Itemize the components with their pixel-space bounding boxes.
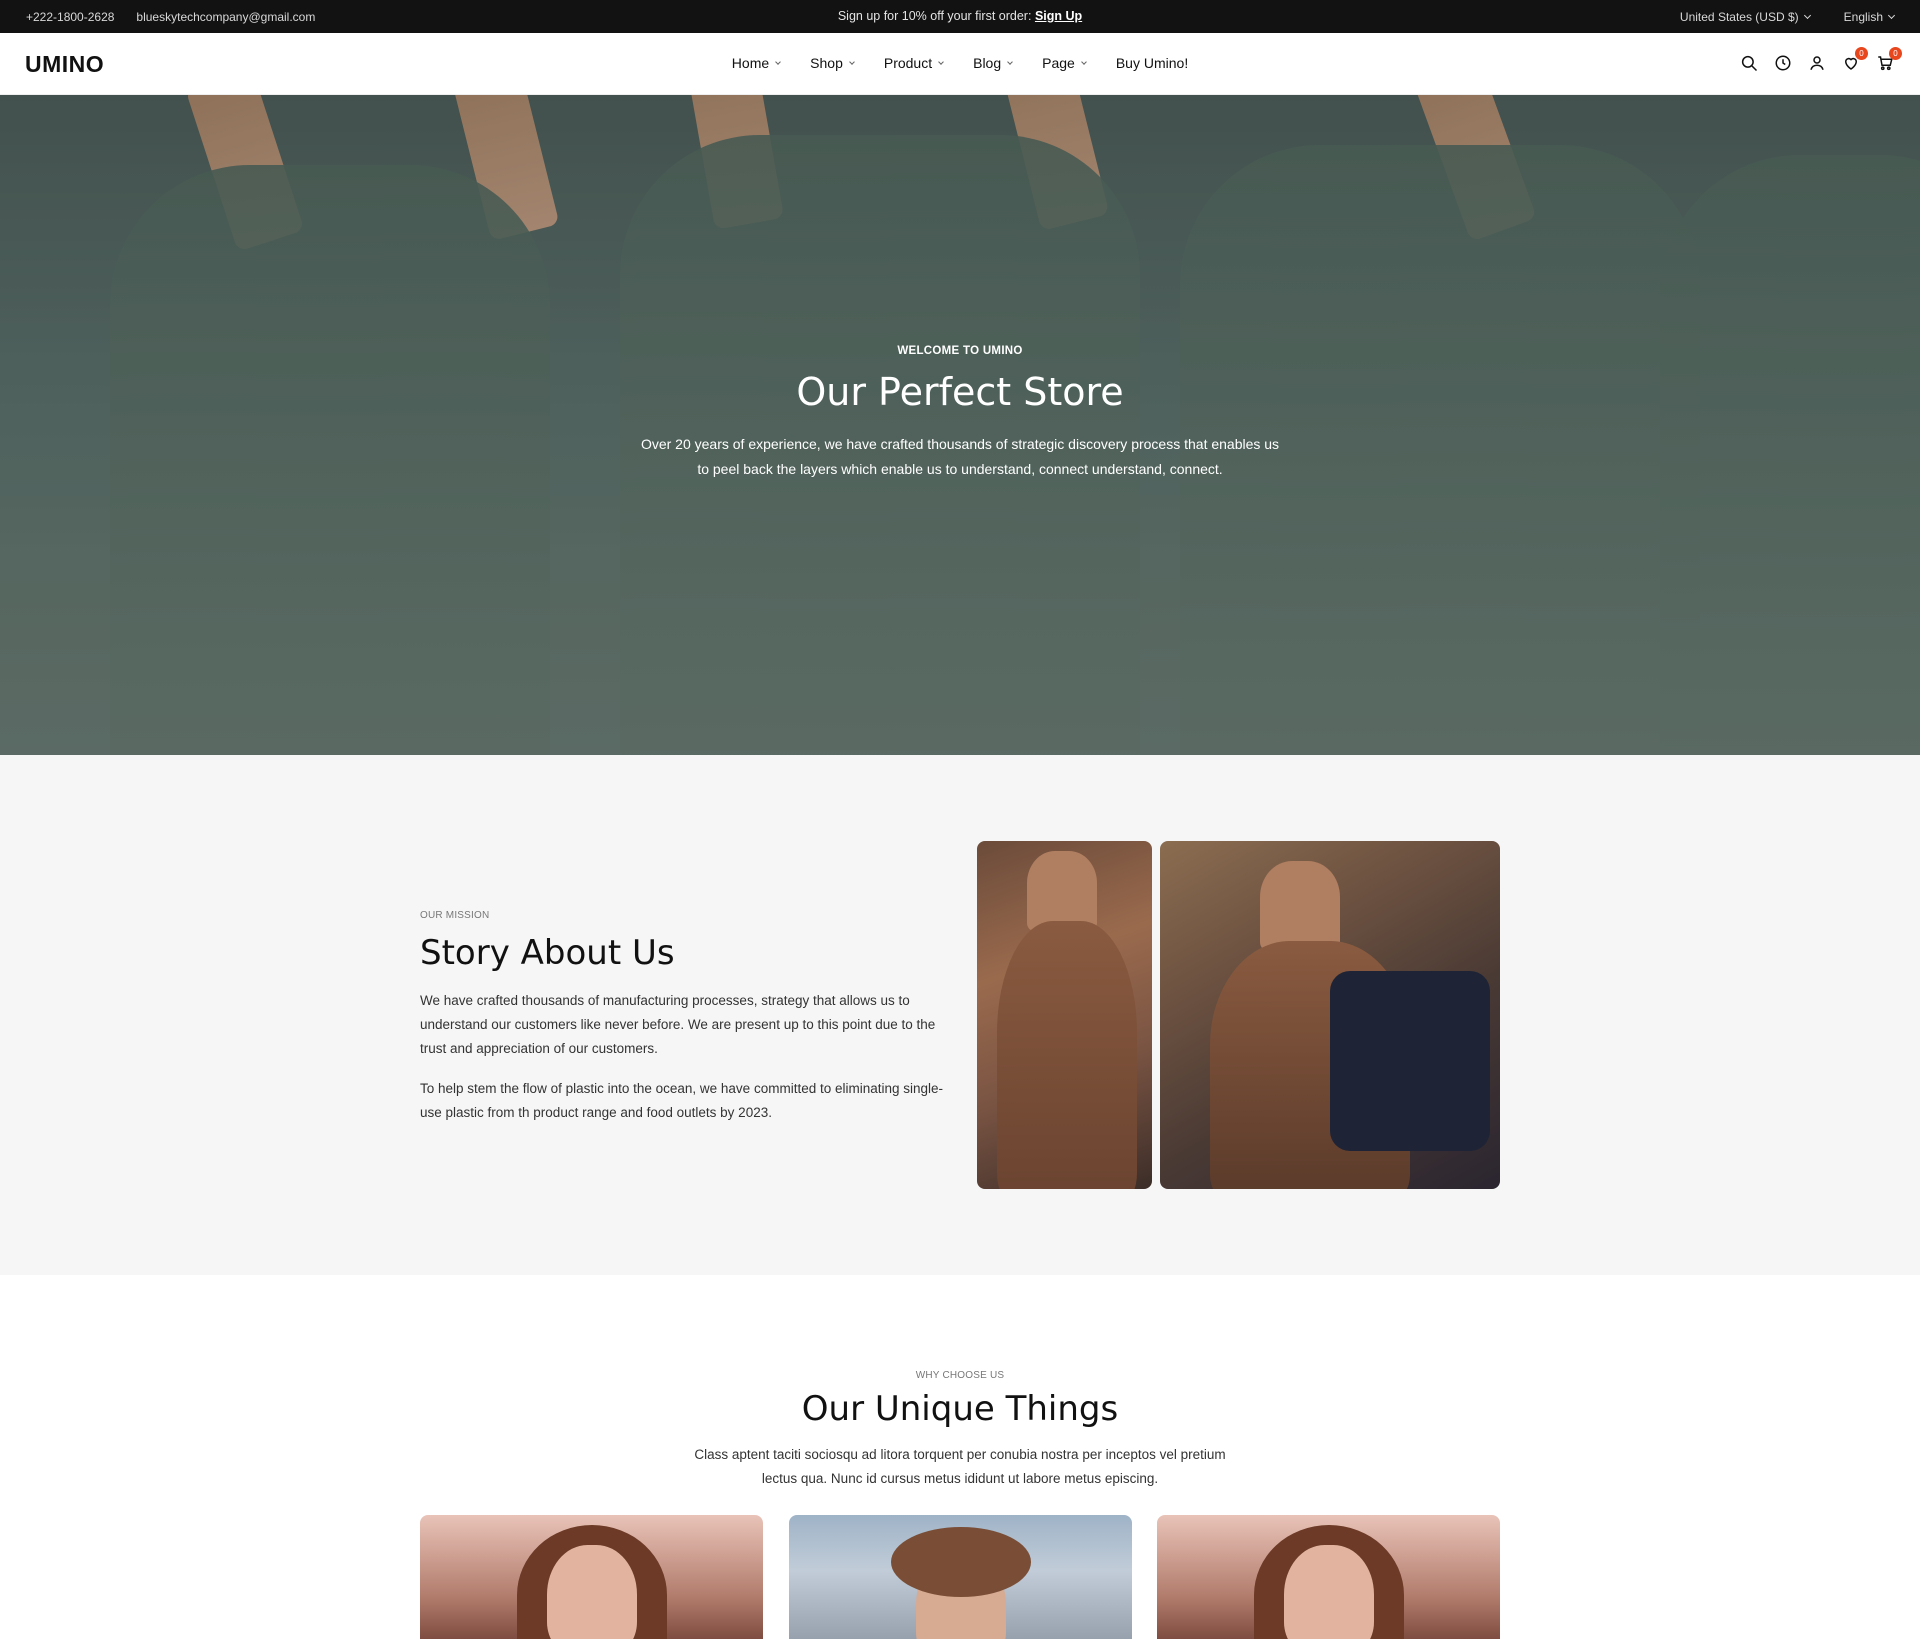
promo-text: Sign up for 10% off your first order: <box>837 9 1032 23</box>
nav-page-label: Page <box>1042 55 1075 71</box>
unique-description: Class aptent taciti sociosqu ad litora t… <box>694 1447 1226 1486</box>
chevron-down-icon <box>1081 59 1087 65</box>
unique-card-image <box>1157 1515 1500 1639</box>
announcement-bar: +222-1800-2628 blueskytechcompany@gmail.… <box>0 0 1920 33</box>
language-selector[interactable]: English <box>1843 10 1896 24</box>
hero-description: Over 20 years of experience, we have cra… <box>640 436 1280 477</box>
user-icon[interactable] <box>1808 54 1826 72</box>
unique-card-image <box>420 1515 763 1639</box>
nav-page[interactable]: Page <box>1042 55 1087 71</box>
chevron-down-icon <box>1007 59 1013 65</box>
hero-banner: WELCOME TO UMINO Our Perfect Store Over … <box>0 95 1920 755</box>
promo-message: Sign up for 10% off your first order: Si… <box>0 9 1920 23</box>
hero-kicker: WELCOME TO UMINO <box>897 345 1023 357</box>
cart-count-badge: 0 <box>1889 47 1902 60</box>
wishlist-count-badge: 0 <box>1855 47 1868 60</box>
unique-kicker: WHY CHOOSE US <box>915 1370 1005 1381</box>
clock-icon[interactable] <box>1774 54 1792 72</box>
heart-icon[interactable]: 0 <box>1842 47 1868 72</box>
story-title: Story About Us <box>420 933 675 973</box>
currency-selector[interactable]: United States (USD $) <box>1679 10 1811 24</box>
language-label: English <box>1843 10 1883 24</box>
nav-home[interactable]: Home <box>731 55 781 71</box>
nav-blog[interactable]: Blog <box>973 55 1013 71</box>
nav-home-label: Home <box>731 55 770 71</box>
site-header: UMINO Home Shop Product Blog Page Buy Um… <box>0 33 1920 95</box>
main-nav: Home Shop Product Blog Page Buy Umino! <box>0 55 1920 71</box>
story-photo-man-with-jacket <box>1160 841 1500 1189</box>
nav-blog-label: Blog <box>973 55 1002 71</box>
currency-label: United States (USD $) <box>1679 10 1799 24</box>
chevron-down-icon <box>1887 11 1896 20</box>
nav-product[interactable]: Product <box>883 55 944 71</box>
unique-card-image <box>789 1515 1132 1639</box>
nav-product-label: Product <box>883 55 933 71</box>
chevron-down-icon <box>849 59 855 65</box>
story-paragraph-2: To help stem the flow of plastic into th… <box>420 1081 944 1120</box>
hero-title: Our Perfect Store <box>796 370 1124 414</box>
story-section: OUR MISSION Story About Us We have craft… <box>0 755 1920 1275</box>
story-paragraph-1: We have crafted thousands of manufacturi… <box>420 993 936 1056</box>
search-icon[interactable] <box>1740 54 1758 72</box>
story-kicker: OUR MISSION <box>420 910 490 921</box>
story-photo-man-with-shoe <box>977 841 1152 1189</box>
nav-buy-umino-label: Buy Umino! <box>1115 55 1189 71</box>
chevron-down-icon <box>938 59 944 65</box>
sign-up-link[interactable]: Sign Up <box>1035 9 1082 23</box>
cart-icon[interactable]: 0 <box>1876 47 1902 72</box>
nav-buy-umino[interactable]: Buy Umino! <box>1116 55 1188 71</box>
nav-shop[interactable]: Shop <box>810 55 855 71</box>
chevron-down-icon <box>775 59 781 65</box>
unique-section: WHY CHOOSE US Our Unique Things Class ap… <box>0 1275 1920 1639</box>
chevron-down-icon <box>1803 11 1811 20</box>
nav-shop-label: Shop <box>810 55 843 71</box>
unique-title: Our Unique Things <box>801 1389 1119 1429</box>
